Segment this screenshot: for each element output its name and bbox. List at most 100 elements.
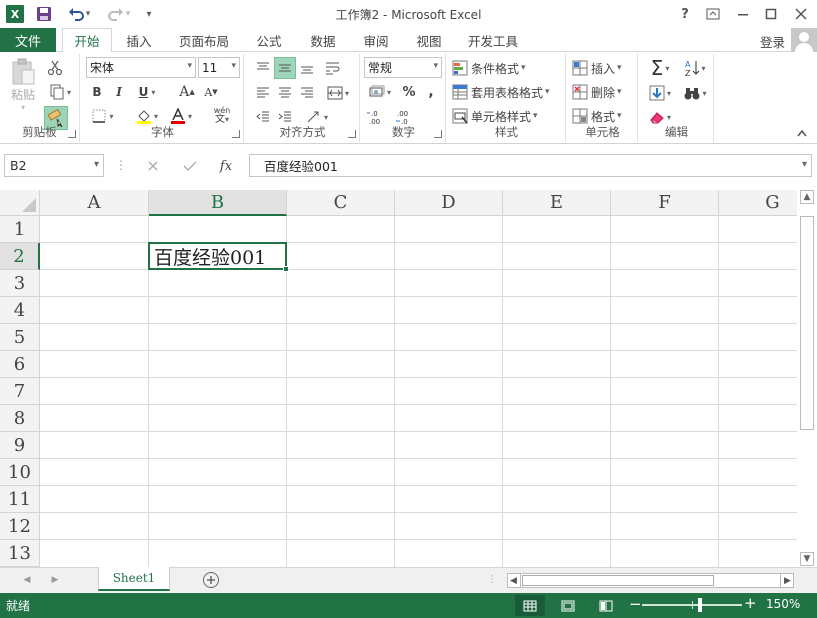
zoom-slider-thumb[interactable] <box>698 598 702 612</box>
tab-developer[interactable]: 开发工具 <box>462 28 524 52</box>
underline-button[interactable]: U ▾ <box>132 82 162 102</box>
tab-home[interactable]: 开始 <box>62 28 112 53</box>
collapse-ribbon-button[interactable] <box>794 126 810 140</box>
bold-button[interactable]: B <box>88 82 106 102</box>
maximize-button[interactable] <box>758 3 784 25</box>
font-launcher[interactable] <box>232 130 240 138</box>
tab-file[interactable]: 文件 <box>0 28 56 52</box>
column-header-d[interactable]: D <box>395 190 503 216</box>
align-bottom-button[interactable] <box>296 57 318 79</box>
horizontal-scroll-thumb[interactable] <box>522 575 714 586</box>
fill-handle[interactable] <box>283 266 289 272</box>
formula-input[interactable]: 百度经验001 ▾ <box>249 154 812 177</box>
enter-formula-button[interactable] <box>179 156 201 176</box>
row-header-6[interactable]: 6 <box>0 351 40 378</box>
autosum-button[interactable]: Σ ▾ <box>644 56 676 80</box>
row-header-7[interactable]: 7 <box>0 378 40 405</box>
row-header-4[interactable]: 4 <box>0 297 40 324</box>
font-color-button[interactable]: ▾ <box>166 106 196 126</box>
column-header-c[interactable]: C <box>287 190 395 216</box>
row-header-12[interactable]: 12 <box>0 513 40 540</box>
align-top-button[interactable] <box>252 57 274 79</box>
column-header-g[interactable]: G <box>719 190 797 216</box>
tab-split-handle[interactable]: ⋮ <box>487 574 497 585</box>
percent-button[interactable]: % <box>400 82 418 102</box>
tab-review[interactable]: 审阅 <box>355 28 397 52</box>
help-button[interactable]: ? <box>672 3 698 25</box>
ribbon-display-options-button[interactable] <box>700 3 726 25</box>
font-name-combo[interactable]: 宋体 ▾ <box>86 57 196 78</box>
delete-cells-button[interactable]: 删除 <box>572 81 634 103</box>
row-header-2[interactable]: 2 <box>0 243 40 270</box>
merge-center-button[interactable]: ▾ <box>322 82 354 104</box>
save-button[interactable] <box>34 4 54 24</box>
format-as-table-button[interactable]: 套用表格格式 <box>452 81 564 103</box>
number-format-combo[interactable]: 常规 ▾ <box>364 57 442 78</box>
sheet-tab-sheet1[interactable]: Sheet1 <box>98 567 170 591</box>
select-all-button[interactable] <box>0 190 40 216</box>
cut-button[interactable] <box>44 58 66 78</box>
row-header-9[interactable]: 9 <box>0 432 40 459</box>
number-launcher[interactable] <box>434 130 442 138</box>
row-header-1[interactable]: 1 <box>0 216 40 243</box>
column-header-e[interactable]: E <box>503 190 611 216</box>
tab-insert[interactable]: 插入 <box>116 28 162 52</box>
cancel-formula-button[interactable] <box>142 156 164 176</box>
worksheet-grid[interactable]: A B C D E F G 1 2 3 4 5 6 7 8 9 10 11 12… <box>0 190 797 567</box>
align-right-button[interactable] <box>296 82 318 104</box>
italic-button[interactable]: I <box>110 82 128 102</box>
scroll-right-button[interactable]: ▶ <box>780 573 794 588</box>
fill-button[interactable]: ▾ <box>644 82 676 104</box>
minimize-button[interactable] <box>730 3 756 25</box>
column-header-a[interactable]: A <box>40 190 149 216</box>
tab-view[interactable]: 视图 <box>408 28 450 52</box>
close-button[interactable] <box>788 3 814 25</box>
zoom-out-button[interactable]: − <box>629 595 642 613</box>
row-header-8[interactable]: 8 <box>0 405 40 432</box>
row-header-10[interactable]: 10 <box>0 459 40 486</box>
tab-formulas[interactable]: 公式 <box>248 28 290 52</box>
row-header-13[interactable]: 13 <box>0 540 40 567</box>
conditional-formatting-button[interactable]: 条件格式 <box>452 57 562 79</box>
zoom-in-button[interactable]: + <box>744 594 757 612</box>
grow-font-button[interactable]: A ▲ <box>178 82 196 102</box>
customize-qat-button[interactable]: ▾ <box>142 4 156 24</box>
vertical-scroll-thumb[interactable] <box>800 216 814 430</box>
undo-button[interactable]: ▾ <box>64 4 94 24</box>
page-break-view-button[interactable] <box>591 595 621 616</box>
tab-page-layout[interactable]: 页面布局 <box>172 28 236 52</box>
name-box[interactable]: B2 ▾ <box>4 154 104 177</box>
formula-bar-splitter[interactable]: ⋮ <box>115 158 127 172</box>
row-header-5[interactable]: 5 <box>0 324 40 351</box>
wrap-text-button[interactable] <box>322 57 344 79</box>
insert-function-button[interactable]: fx <box>215 156 237 176</box>
paste-button[interactable]: 粘贴 ▾ <box>6 58 40 112</box>
normal-view-button[interactable] <box>515 595 545 616</box>
shrink-font-button[interactable]: A ▼ <box>202 82 220 102</box>
borders-button[interactable]: ▾ <box>88 106 118 126</box>
clipboard-launcher[interactable] <box>68 130 76 138</box>
scroll-up-button[interactable]: ▲ <box>800 190 814 204</box>
excel-app-icon[interactable]: X <box>6 5 24 23</box>
sheet-prev-button[interactable]: ◀ <box>20 573 34 587</box>
comma-button[interactable]: , <box>422 82 440 102</box>
align-left-button[interactable] <box>252 82 274 104</box>
tab-data[interactable]: 数据 <box>302 28 344 52</box>
find-select-button[interactable]: ▾ <box>680 82 710 104</box>
column-header-f[interactable]: F <box>611 190 719 216</box>
login-link[interactable]: 登录 <box>760 32 785 51</box>
font-size-combo[interactable]: 11 ▾ <box>198 57 240 78</box>
accounting-format-button[interactable]: ▾ <box>364 82 396 102</box>
redo-button[interactable]: ▾ <box>104 4 134 24</box>
scroll-down-button[interactable]: ▼ <box>800 552 814 566</box>
cell-b2[interactable]: 百度经验001 <box>148 242 287 270</box>
column-header-b[interactable]: B <box>149 190 287 216</box>
row-header-3[interactable]: 3 <box>0 270 40 297</box>
sheet-next-button[interactable]: ▶ <box>48 573 62 587</box>
align-middle-button[interactable] <box>274 57 296 79</box>
add-sheet-button[interactable] <box>203 572 219 588</box>
fill-color-button[interactable]: ▾ <box>132 106 162 126</box>
avatar[interactable] <box>791 28 817 52</box>
page-layout-view-button[interactable] <box>553 595 583 616</box>
zoom-level[interactable]: 150% <box>766 597 800 611</box>
